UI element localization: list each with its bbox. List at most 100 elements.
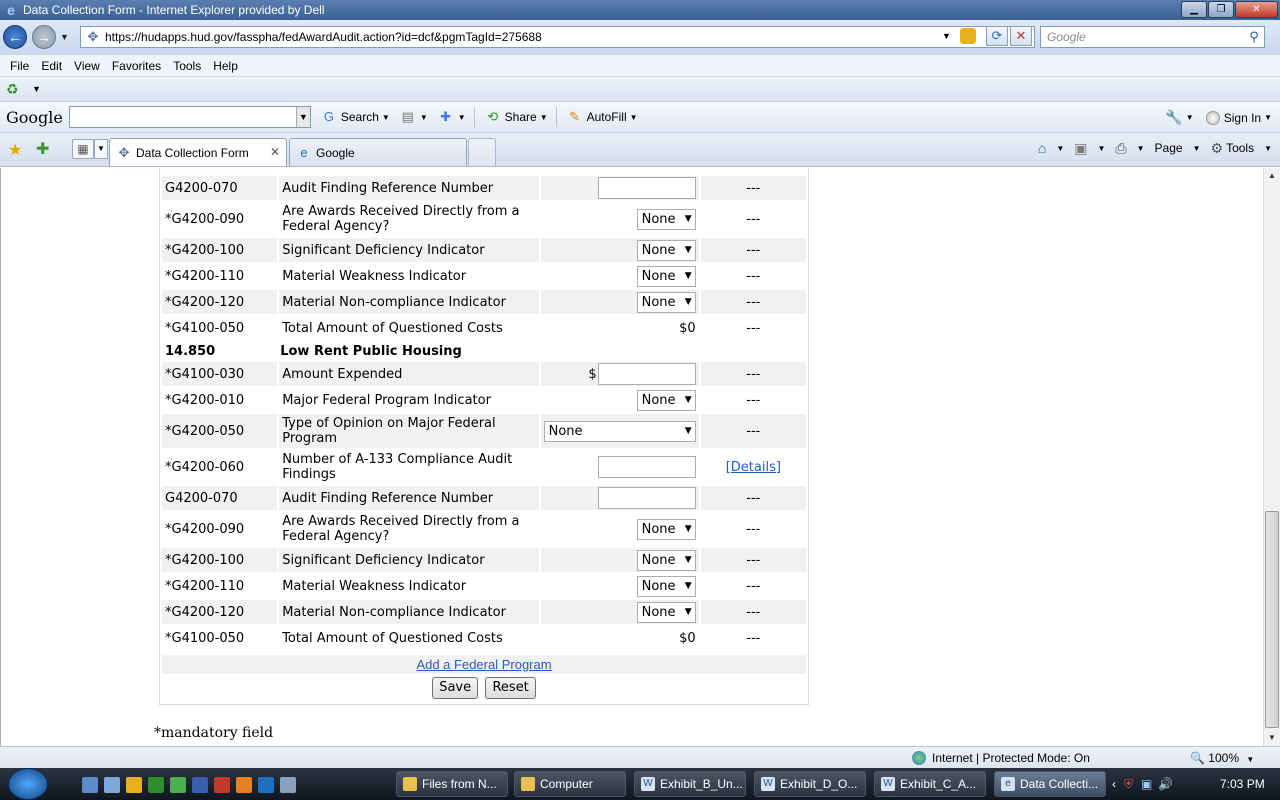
recent-pages-dropdown-icon[interactable]: ▼ (60, 32, 69, 42)
reset-button[interactable]: Reset (485, 677, 536, 699)
taskbar-button-exhibit-c[interactable]: W Exhibit_C_A... (874, 771, 986, 797)
clock[interactable]: 7:03 PM (1220, 777, 1265, 791)
chevron-down-icon[interactable]: ▼ (685, 267, 692, 286)
media-icon[interactable] (236, 777, 252, 793)
text-input[interactable] (597, 456, 696, 478)
menu-view[interactable]: View (68, 59, 106, 73)
taskbar-button-data-collection[interactable]: e Data Collecti... (994, 771, 1106, 797)
app-icon[interactable] (214, 777, 230, 793)
chevron-down-icon[interactable]: ▼ (685, 422, 692, 441)
explorer-icon[interactable] (104, 777, 120, 793)
gear-icon[interactable]: ⚙ (1211, 140, 1224, 157)
close-tab-icon[interactable]: ✕ (270, 145, 280, 159)
chevron-down-icon[interactable]: ▼ (685, 551, 692, 570)
chevron-down-icon[interactable]: ▼ (685, 241, 692, 260)
address-dropdown-icon[interactable]: ▼ (942, 31, 951, 41)
select-dropdown[interactable]: None ▼ (636, 549, 696, 571)
chevron-down-icon[interactable]: ▼ (685, 577, 692, 596)
maximize-button[interactable]: ❐ (1208, 1, 1234, 18)
feeds-icon[interactable]: ▣ (1074, 140, 1087, 157)
text-input[interactable] (597, 177, 696, 199)
menu-edit[interactable]: Edit (35, 59, 68, 73)
favorites-star-icon[interactable]: ★ (8, 140, 22, 160)
network-tray-icon[interactable]: ▣ (1141, 777, 1152, 791)
tray-expand-icon[interactable]: ‹ (1112, 777, 1116, 791)
search-placeholder[interactable]: Google (1041, 30, 1244, 44)
addon-icon[interactable]: ♻ (6, 81, 22, 97)
autofill-button[interactable]: ✎ AutoFill ▼ (567, 109, 637, 125)
excel-icon[interactable] (148, 777, 164, 793)
word-icon[interactable] (192, 777, 208, 793)
wrench-icon[interactable]: 🔧 (1165, 109, 1182, 126)
taskbar-button-computer[interactable]: Computer (514, 771, 626, 797)
select-dropdown[interactable]: None ▼ (636, 389, 696, 411)
taskbar-button-exhibit-b[interactable]: W Exhibit_B_Un... (634, 771, 746, 797)
forward-button[interactable]: → (32, 25, 56, 49)
menu-favorites[interactable]: Favorites (106, 59, 167, 73)
chevron-down-icon[interactable]: ▼ (685, 210, 692, 229)
select-dropdown[interactable]: None ▼ (636, 601, 696, 623)
security-zone[interactable]: Internet | Protected Mode: On (912, 751, 1090, 765)
vertical-scrollbar[interactable]: ▲ ▼ (1263, 168, 1280, 746)
save-button[interactable]: Save (432, 677, 479, 699)
share-button[interactable]: ⟲ Share ▼ (485, 109, 547, 125)
tools-menu-button[interactable]: Tools (1226, 141, 1254, 155)
chevron-down-icon[interactable]: ▼ (685, 520, 692, 539)
close-window-button[interactable]: ✕ (1235, 1, 1278, 18)
add-federal-program-link[interactable]: Add a Federal Program (416, 657, 551, 672)
select-dropdown[interactable]: None ▼ (636, 239, 696, 261)
select-dropdown[interactable]: None ▼ (636, 575, 696, 597)
refresh-icon[interactable]: ⟳ (986, 26, 1008, 46)
outlook-icon[interactable] (126, 777, 142, 793)
url-text[interactable]: https://hudapps.hud.gov/fasspha/fedAward… (105, 30, 542, 44)
chevron-down-icon[interactable]: ▼ (685, 293, 692, 312)
quick-tabs-icon[interactable]: ▦ (72, 139, 94, 159)
stop-icon[interactable]: ✕ (1010, 26, 1032, 46)
minimize-button[interactable]: ▁ (1181, 1, 1207, 18)
google-search-dropdown-icon[interactable]: ▼ (295, 107, 310, 127)
print-icon[interactable]: ⎙ (1115, 140, 1126, 157)
scroll-up-icon[interactable]: ▲ (1264, 168, 1280, 184)
select-dropdown[interactable]: None ▼ (636, 291, 696, 313)
select-dropdown[interactable]: None ▼ (543, 420, 696, 442)
address-bar[interactable]: ✥ https://hudapps.hud.gov/fasspha/fedAwa… (80, 26, 1035, 48)
signin-button[interactable]: Sign In (1224, 111, 1261, 125)
details-link[interactable]: [Details] (726, 460, 781, 475)
add-favorite-icon[interactable]: ✚ (36, 139, 49, 159)
amount-input[interactable] (597, 363, 696, 385)
google-search-input[interactable]: ▼ (68, 106, 311, 128)
taskbar-button-exhibit-d[interactable]: W Exhibit_D_O... (754, 771, 866, 797)
search-box[interactable]: Google ⚲ (1040, 26, 1265, 48)
plus-button[interactable]: ✚ ▼ (438, 109, 465, 125)
menu-tools[interactable]: Tools (167, 59, 207, 73)
tab-data-collection-form[interactable]: ✥ Data Collection Form ✕ (109, 138, 287, 166)
addon-dropdown-icon[interactable]: ▼ (32, 84, 41, 94)
network-icon[interactable] (280, 777, 296, 793)
messenger-icon[interactable] (170, 777, 186, 793)
tab-list-dropdown-icon[interactable]: ▼ (94, 139, 108, 159)
lock-icon[interactable] (960, 28, 976, 44)
volume-icon[interactable]: 🔊 (1158, 777, 1173, 791)
start-button[interactable] (8, 768, 48, 800)
select-dropdown[interactable]: None ▼ (636, 208, 696, 230)
tab-google[interactable]: e Google (289, 138, 467, 166)
menu-file[interactable]: File (4, 59, 35, 73)
ie-icon[interactable] (258, 777, 274, 793)
new-tab-button[interactable] (468, 138, 496, 166)
bookmarks-button[interactable]: ▤ ▼ (400, 109, 428, 125)
taskbar-button-files[interactable]: Files from N... (396, 771, 508, 797)
shield-icon[interactable]: ⛨ (1124, 777, 1133, 792)
scroll-down-icon[interactable]: ▼ (1264, 730, 1280, 746)
google-search-button[interactable]: G Search ▼ (321, 109, 390, 125)
text-input[interactable] (597, 487, 696, 509)
menu-help[interactable]: Help (207, 59, 244, 73)
show-desktop-icon[interactable] (82, 777, 98, 793)
zoom-control[interactable]: 🔍 100% ▼ (1190, 751, 1254, 765)
select-dropdown[interactable]: None ▼ (636, 265, 696, 287)
scrollbar-thumb[interactable] (1265, 511, 1279, 728)
chevron-down-icon[interactable]: ▼ (685, 603, 692, 622)
search-icon[interactable]: ⚲ (1244, 29, 1264, 45)
page-menu-button[interactable]: Page (1155, 141, 1183, 155)
home-icon[interactable]: ⌂ (1038, 140, 1046, 156)
chevron-down-icon[interactable]: ▼ (685, 391, 692, 410)
